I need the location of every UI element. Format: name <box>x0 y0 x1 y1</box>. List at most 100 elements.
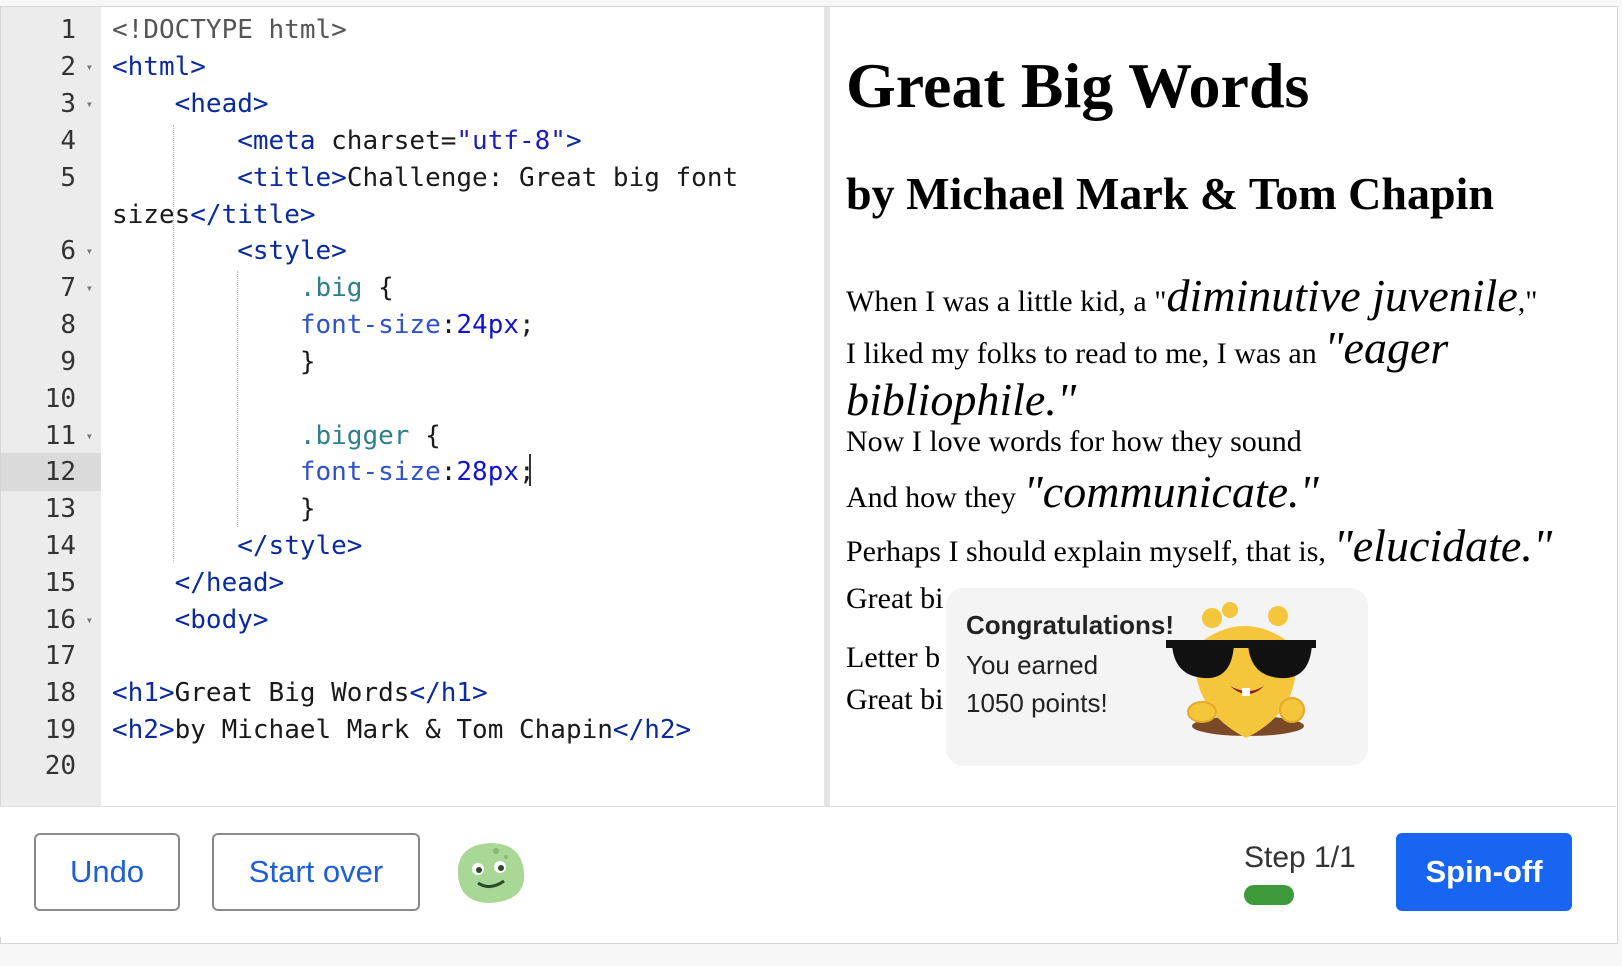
fold-arrow-icon[interactable]: ▾ <box>86 601 93 639</box>
lyric-text: I liked my folks to read to me, I was an <box>846 337 1325 370</box>
start-over-button[interactable]: Start over <box>212 833 420 911</box>
challenge-workspace: 1 2 ▾ 3 ▾ 4 5 6 ▾ 7 ▾ 8 9 10 11 ▾ 12 13 14 15 16 ▾ 17 18 19 20 <!… <box>0 6 1618 944</box>
fold-arrow-icon[interactable]: ▾ <box>86 232 93 270</box>
line-number: 8 <box>60 310 76 340</box>
lyric-line: When I was a little kid, a "diminutive j… <box>846 269 1538 322</box>
line-number-row[interactable]: 10 <box>1 380 101 418</box>
line-number-row[interactable]: 17 <box>1 637 101 675</box>
line-number-row[interactable]: 13 <box>1 490 101 528</box>
step-indicator: Step 1/1 <box>1244 841 1356 874</box>
line-number-row[interactable]: 3 ▾ <box>1 85 101 123</box>
code-line: <head> <box>112 85 269 123</box>
undo-button[interactable]: Undo <box>34 833 180 911</box>
big-word: "elucidate." <box>1333 520 1553 571</box>
congratulations-toast: Congratulations! You earned 1050 points! <box>946 588 1368 766</box>
code-token: font-size <box>299 310 441 340</box>
code-token: <h1> <box>112 678 175 708</box>
lyric-line: Perhaps I should explain myself, that is… <box>846 519 1552 572</box>
line-number-row[interactable]: 4 <box>1 122 101 160</box>
spin-off-button[interactable]: Spin-off <box>1396 833 1572 911</box>
big-word: bibliophile." <box>846 374 1077 425</box>
code-token: 28px <box>456 457 520 487</box>
line-number-row[interactable]: 19 <box>1 711 101 749</box>
lyric-text: And how they <box>846 481 1024 514</box>
fold-arrow-icon[interactable]: ▾ <box>86 417 93 455</box>
cool-monster-icon <box>1166 602 1316 738</box>
line-number-row[interactable]: 11 ▾ <box>1 417 101 455</box>
line-number: 20 <box>44 751 76 781</box>
code-token: { <box>362 273 394 303</box>
line-number-row[interactable]: 6 ▾ <box>1 232 101 270</box>
bottom-toolbar: Undo Start over Step 1/1 Spin-off <box>0 806 1616 937</box>
code-line: font-size:28px; <box>112 453 535 491</box>
big-word: "communicate." <box>1023 466 1319 517</box>
code-line: } <box>112 490 316 528</box>
fold-arrow-icon[interactable]: ▾ <box>86 85 93 123</box>
line-number-row[interactable]: 20 <box>1 747 101 785</box>
code-token: </h2> <box>612 715 692 745</box>
line-number-row[interactable]: 14 <box>1 527 101 565</box>
line-number-row[interactable]: 8 <box>1 306 101 344</box>
line-number-row[interactable]: 7 ▾ <box>1 269 101 307</box>
code-token: } <box>112 347 316 377</box>
toast-message: You earned <box>966 650 1099 680</box>
code-line: .big { <box>112 269 394 307</box>
lyric-text: ," <box>1517 285 1538 318</box>
code-line: font-size:24px; <box>112 306 535 344</box>
line-number-row[interactable]: 18 <box>1 674 101 712</box>
code-token: <h2> <box>112 715 175 745</box>
lyric-line: And how they "communicate." <box>846 465 1319 518</box>
code-token: : <box>440 457 457 487</box>
code-token: .big <box>299 273 363 303</box>
indent-guide <box>173 125 174 563</box>
line-number: 4 <box>60 126 76 156</box>
line-number: 13 <box>44 494 76 524</box>
line-number: 6 <box>60 236 76 266</box>
lyric-text: Now I love words for how they sound <box>846 425 1302 458</box>
line-number-row[interactable]: 5 <box>1 159 101 197</box>
code-token: <head> <box>174 89 269 119</box>
code-token: "utf-8" <box>456 126 566 156</box>
code-token: charset= <box>331 126 457 156</box>
lyric-text: Perhaps I should explain myself, that is… <box>846 535 1334 568</box>
toast-points: 1050 points! <box>966 688 1108 718</box>
code-token: Great Big Words <box>174 678 410 708</box>
code-line: <h2>by Michael Mark & Tom Chapin</h2> <box>112 711 691 749</box>
code-line: <meta charset="utf-8"> <box>112 122 581 160</box>
line-number: 14 <box>44 531 76 561</box>
lyric-text: Great bi <box>846 683 944 716</box>
big-word: "eager <box>1324 322 1449 373</box>
code-editor[interactable]: 1 2 ▾ 3 ▾ 4 5 6 ▾ 7 ▾ 8 9 10 11 ▾ 12 13 14 15 16 ▾ 17 18 19 20 <!… <box>1 7 824 811</box>
green-monster-avatar-icon <box>457 843 525 903</box>
lyric-line: bibliophile." <box>846 373 1076 426</box>
code-token: by Michael Mark & Tom Chapin <box>174 715 613 745</box>
code-token: </h1> <box>409 678 488 708</box>
line-number: 9 <box>60 347 76 377</box>
line-number: 10 <box>44 384 76 414</box>
code-token: font-size <box>299 457 441 487</box>
line-number: 1 <box>60 15 76 45</box>
line-number-row[interactable]: 2 ▾ <box>1 48 101 86</box>
line-number-row[interactable]: 12 <box>1 453 101 491</box>
line-number: 2 <box>60 52 76 82</box>
line-number-row[interactable]: 9 <box>1 343 101 381</box>
line-number-row[interactable]: 1 <box>1 11 101 49</box>
preview-subheading: by Michael Mark & Tom Chapin <box>846 168 1494 219</box>
lyric-text: Letter b <box>846 641 941 674</box>
line-number: 18 <box>44 678 76 708</box>
code-line: } <box>112 343 316 381</box>
fold-arrow-icon[interactable]: ▾ <box>86 269 93 307</box>
line-number: 15 <box>44 568 76 598</box>
fold-arrow-icon[interactable]: ▾ <box>86 48 93 86</box>
line-number-row[interactable]: 15 <box>1 564 101 602</box>
line-number-row[interactable]: 16 ▾ <box>1 601 101 639</box>
